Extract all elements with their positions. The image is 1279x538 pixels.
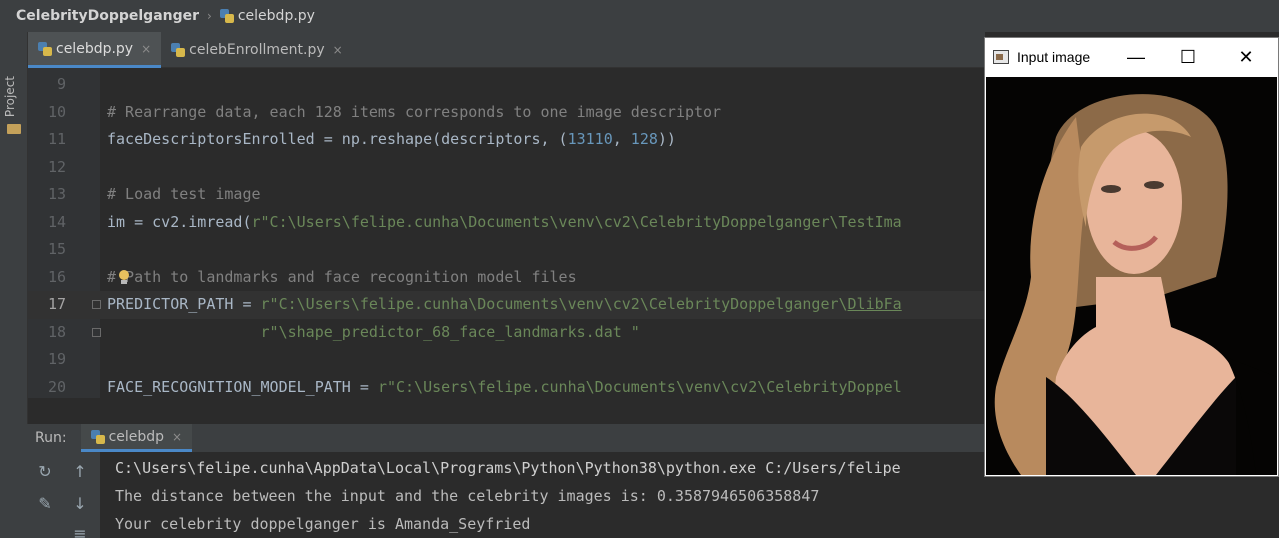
python-file-icon xyxy=(171,43,186,57)
console-line: The distance between the input and the c… xyxy=(115,487,820,505)
code-line[interactable]: 9 xyxy=(28,71,985,99)
run-tool-header: Run: celebdp × xyxy=(28,424,985,452)
breadcrumb-file[interactable]: celebdp.py xyxy=(238,8,315,24)
code-token: , xyxy=(612,130,631,148)
editor-tabs: celebdp.py × celebEnrollment.py × xyxy=(28,32,985,68)
code-line[interactable]: 14 im = cv2.imread(r"C:\Users\felipe.cunh… xyxy=(28,209,985,237)
code-token: im = cv2.imread( xyxy=(107,212,252,231)
code-text[interactable]: faceDescriptorsEnrolled = np.reshape(des… xyxy=(107,126,676,154)
code-line[interactable]: 10 # Rearrange data, each 128 items corre… xyxy=(28,99,985,127)
line-number: 20 xyxy=(47,377,66,396)
breadcrumb-project[interactable]: CelebrityDoppelganger xyxy=(16,8,199,24)
maximize-button[interactable]: ☐ xyxy=(1165,38,1211,76)
code-line[interactable]: 20 FACE_RECOGNITION_MODEL_PATH = r"C:\Use… xyxy=(28,374,985,399)
code-text[interactable]: # Load test image xyxy=(107,181,261,209)
console-line[interactable]: C:\Users\felipe.cunha\AppData\Local\Prog… xyxy=(115,454,901,482)
project-tool-button[interactable]: Project xyxy=(3,76,17,117)
code-token: r"C:\Users\felipe.cunha\Documents\venv\c… xyxy=(377,377,902,396)
folder-icon[interactable] xyxy=(7,124,21,134)
run-label: Run: xyxy=(35,430,67,446)
python-file-icon xyxy=(219,9,234,23)
lightbulb-icon[interactable] xyxy=(118,269,130,285)
code-line[interactable]: 15 xyxy=(28,236,985,264)
breadcrumb-separator-icon: › xyxy=(207,9,212,23)
code-text[interactable]: im = cv2.imread(r"C:\Users\felipe.cunha\… xyxy=(107,209,902,237)
tab-celebenrollment[interactable]: celebEnrollment.py × xyxy=(161,32,353,68)
wrench-icon[interactable]: ✎ xyxy=(35,494,55,514)
code-token: r"C:\Users\felipe.cunha\Documents\venv\c… xyxy=(260,295,848,313)
minimize-button[interactable]: — xyxy=(1113,38,1159,76)
run-tab-label: celebdp xyxy=(108,428,165,445)
run-tab-celebdp[interactable]: celebdp × xyxy=(80,424,193,452)
code-token: FACE_RECOGNITION_MODEL_PATH = xyxy=(107,377,378,396)
code-line[interactable]: 17 PREDICTOR_PATH = r"C:\Users\felipe.cun… xyxy=(28,291,985,319)
window-title: Input image xyxy=(1017,49,1091,65)
run-console[interactable]: C:\Users\felipe.cunha\AppData\Local\Prog… xyxy=(100,452,985,538)
code-token: )) xyxy=(657,130,676,148)
close-run-tab-icon[interactable]: × xyxy=(172,430,182,444)
run-header-spacer xyxy=(0,424,28,452)
code-line[interactable]: 19 xyxy=(28,346,985,374)
rerun-icon[interactable]: ↻ xyxy=(35,462,55,482)
line-number: 16 xyxy=(47,267,66,286)
scroll-down-arrow-icon[interactable]: ↓ xyxy=(70,494,90,514)
line-number: 18 xyxy=(47,322,66,341)
fold-marker-icon[interactable] xyxy=(92,327,101,337)
code-text[interactable]: PREDICTOR_PATH = r"C:\Users\felipe.cunha… xyxy=(107,291,902,319)
code-token: PREDICTOR_PATH = xyxy=(107,295,261,313)
console-line: Your celebrity doppelganger is Amanda_Se… xyxy=(115,515,531,533)
tab-celebdp[interactable]: celebdp.py × xyxy=(28,32,162,68)
window-title-bar[interactable]: Input image — ☐ ✕ xyxy=(985,38,1278,76)
code-line[interactable]: 18 r"\shape_predictor_68_face_landmarks.… xyxy=(28,319,985,347)
code-token: 128 xyxy=(630,130,658,148)
line-number: 19 xyxy=(47,350,66,368)
line-number: 10 xyxy=(47,102,66,121)
line-number: 15 xyxy=(47,240,66,258)
code-text[interactable]: FACE_RECOGNITION_MODEL_PATH = r"C:\Users… xyxy=(107,374,902,399)
code-line[interactable]: 16 # Path to landmarks and face recogniti… xyxy=(28,264,985,292)
line-number: 12 xyxy=(47,157,66,176)
tab-label: celebEnrollment.py xyxy=(189,42,325,58)
line-number: 13 xyxy=(47,185,66,203)
scroll-up-arrow-icon[interactable]: ↑ xyxy=(70,462,90,482)
code-line[interactable]: 11 faceDescriptorsEnrolled = np.reshape(d… xyxy=(28,126,985,154)
code-token: DlibFa xyxy=(847,295,902,313)
left-tool-strip: Project xyxy=(0,32,28,424)
line-number: 17 xyxy=(47,295,66,313)
portrait-photo xyxy=(986,77,1277,475)
code-line[interactable]: 13 # Load test image xyxy=(28,181,985,209)
input-photo xyxy=(986,77,1277,475)
line-number: 14 xyxy=(47,212,66,231)
code-text[interactable]: # Path to landmarks and face recognition… xyxy=(107,264,577,292)
soft-wrap-icon[interactable]: ≡ xyxy=(70,524,90,538)
fold-marker-icon[interactable] xyxy=(92,300,101,309)
close-tab-icon[interactable]: × xyxy=(141,42,151,56)
python-file-icon xyxy=(90,429,105,444)
tab-label: celebdp.py xyxy=(56,40,134,57)
code-token: r"C:\Users\felipe.cunha\Documents\venv\c… xyxy=(251,212,902,231)
code-token: # Path to landmarks and face recognition… xyxy=(107,267,577,286)
python-file-icon xyxy=(38,41,52,56)
code-token: faceDescriptorsEnrolled = np.reshape(des… xyxy=(107,130,568,148)
code-line[interactable]: 12 xyxy=(28,154,985,182)
code-text[interactable]: r"\shape_predictor_68_face_landmarks.dat… xyxy=(107,319,640,347)
code-token: r"\shape_predictor_68_face_landmarks.dat… xyxy=(107,322,640,341)
input-image-window[interactable]: Input image — ☐ ✕ xyxy=(984,37,1279,477)
image-app-icon xyxy=(993,50,1009,64)
code-token: 13110 xyxy=(567,130,613,148)
navigation-bar: CelebrityDoppelganger › celebdp.py xyxy=(0,0,1279,32)
code-token: # Rearrange data, each 128 items corresp… xyxy=(107,102,722,121)
code-editor[interactable]: 9 10 # Rearrange data, each 128 items corr… xyxy=(28,68,985,398)
run-toolbar: ↻ ↑ ✎ ↓ ≡ xyxy=(0,452,100,538)
close-tab-icon[interactable]: × xyxy=(333,43,343,57)
code-text[interactable]: # Rearrange data, each 128 items corresp… xyxy=(107,99,721,127)
line-number: 9 xyxy=(56,75,66,93)
code-token: # Load test image xyxy=(107,185,261,203)
line-number: 11 xyxy=(47,130,66,148)
close-button[interactable]: ✕ xyxy=(1223,38,1269,76)
